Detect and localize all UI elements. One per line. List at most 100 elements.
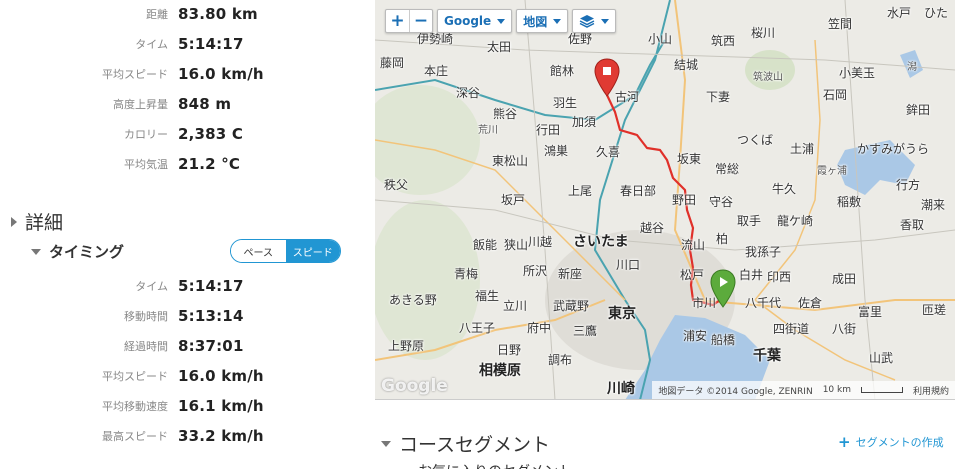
map-place-label: 下妻 — [706, 90, 731, 104]
stat-calories: カロリー 2,383 C — [0, 124, 360, 144]
map-place-label: 常総 — [715, 162, 740, 176]
timing-title: タイミング — [49, 243, 125, 261]
map-place-label: 久喜 — [596, 145, 621, 159]
map-place-label: 成田 — [832, 272, 857, 286]
map-place-label: 本庄 — [424, 64, 449, 78]
plus-icon: + — [838, 433, 851, 451]
chevron-down-icon — [553, 18, 562, 24]
map-place-label: 八千代 — [745, 296, 782, 310]
expand-arrow-icon — [11, 216, 17, 227]
stat-value: 21.2 °C — [178, 155, 241, 173]
map-place-label: 小山 — [648, 32, 673, 46]
toggle-speed-button[interactable]: スピード — [285, 240, 340, 262]
map-place-label: 小美玉 — [839, 66, 876, 80]
stat-value: 83.80 km — [178, 5, 258, 23]
stat-value: 16.0 km/h — [178, 367, 264, 385]
timing-row: 経過時間 8:37:01 — [0, 336, 360, 356]
map-place-label: 石岡 — [823, 88, 848, 102]
map-place-label: 川越 — [528, 235, 553, 249]
map-place-label: 府中 — [527, 321, 552, 335]
map-place-label: 桜川 — [751, 26, 776, 40]
map-layers-dropdown[interactable] — [572, 9, 617, 33]
map-place-label: 羽生 — [553, 96, 578, 110]
map-place-label: 龍ケ崎 — [777, 214, 814, 228]
map-place-label: 日野 — [497, 343, 522, 357]
map-scale-label: 10 km — [822, 385, 851, 395]
chevron-down-icon — [497, 18, 506, 24]
collapse-arrow-icon — [31, 248, 41, 255]
favorite-segments-header[interactable]: お気に入りのセグメント — [418, 461, 572, 469]
create-segment-link[interactable]: + セグメントの作成 — [838, 433, 944, 451]
map-place-label: 八王子 — [459, 321, 496, 335]
map-provider-dropdown[interactable]: Google — [437, 9, 513, 33]
timing-header[interactable]: タイミング — [31, 241, 124, 262]
stat-value: 8:37:01 — [178, 337, 244, 355]
end-marker-icon[interactable] — [594, 58, 620, 98]
map-place-label: 荒川 — [478, 125, 498, 136]
google-logo: Google — [381, 376, 448, 396]
course-segments-title: コースセグメント — [399, 434, 551, 456]
stat-label: 平均スピード — [102, 370, 168, 383]
map-place-label: 東京 — [608, 306, 636, 322]
map-type-dropdown[interactable]: 地図 — [516, 9, 569, 33]
collapse-arrow-icon — [381, 440, 391, 447]
map-place-label: 水戸 — [887, 6, 912, 20]
stat-label: タイム — [135, 38, 168, 51]
start-marker-icon[interactable] — [710, 269, 736, 309]
map-place-label: 行田 — [536, 123, 561, 137]
map-place-label: 坂東 — [677, 152, 702, 166]
map-type-label: 地図 — [523, 14, 548, 29]
map-place-label: 笠間 — [828, 17, 853, 31]
map-attribution: 地図データ ©2014 Google, ZENRIN — [658, 386, 813, 397]
map-place-label: 武蔵野 — [553, 299, 590, 313]
map-place-label: 深谷 — [456, 86, 481, 100]
timing-row: 平均移動速度 16.1 km/h — [0, 396, 360, 416]
stat-label: 経過時間 — [124, 340, 168, 353]
zoom-out-button[interactable]: − — [409, 10, 432, 32]
map-place-label: 千葉 — [753, 348, 781, 364]
map-place-label: 松戸 — [680, 268, 705, 282]
map-base-layer — [375, 0, 955, 399]
map-place-label: かすみがうら — [857, 142, 930, 156]
map-place-label: 立川 — [503, 299, 528, 313]
map-place-label: 相模原 — [479, 363, 521, 379]
stat-label: 最高スピード — [102, 430, 168, 443]
stat-label: 平均スピード — [102, 68, 168, 81]
map-place-label: 潮来 — [921, 198, 946, 212]
map-place-label: 筑西 — [711, 34, 736, 48]
map-place-label: 鴻巣 — [544, 144, 569, 158]
map-footer: 地図データ ©2014 Google, ZENRIN 10 km 利用規約 — [652, 381, 955, 399]
stat-label: 高度上昇量 — [113, 98, 168, 111]
pace-speed-toggle: ペース スピード — [230, 239, 341, 263]
stat-label: 平均移動速度 — [102, 400, 168, 413]
zoom-in-button[interactable]: + — [386, 10, 409, 32]
details-header[interactable]: 詳細 — [11, 208, 63, 235]
map-provider-label: Google — [444, 14, 492, 28]
map-place-label: 筑波山 — [753, 72, 783, 83]
stat-value: 5:13:14 — [178, 307, 244, 325]
stat-distance: 距離 83.80 km — [0, 4, 360, 24]
map-place-label: 加須 — [572, 115, 597, 129]
map-place-label: 匝瑳 — [922, 303, 947, 317]
map-place-label: 三鷹 — [573, 324, 598, 338]
map-place-label: 行方 — [896, 178, 921, 192]
map-place-label: 藤岡 — [380, 56, 405, 70]
map-place-label: 我孫子 — [745, 245, 782, 259]
map-place-label: 新座 — [558, 267, 583, 281]
map-place-label: 福生 — [475, 289, 500, 303]
route-map[interactable]: 伊勢崎 太田 佐野 小山 筑西 桜川 笠間 水戸 ひた 藤岡 本庄 館林 結城 … — [375, 0, 955, 400]
map-place-label: 野田 — [672, 193, 697, 207]
toggle-pace-button[interactable]: ペース — [231, 240, 286, 262]
stat-value: 5:14:17 — [178, 277, 244, 295]
layers-icon — [579, 15, 595, 28]
map-place-label: 所沢 — [523, 264, 548, 278]
timing-row: 平均スピード 16.0 km/h — [0, 366, 360, 386]
map-place-label: 狭山 — [504, 238, 529, 252]
map-terms-link[interactable]: 利用規約 — [913, 384, 949, 397]
map-scale-bar — [860, 387, 903, 393]
timing-row: 移動時間 5:13:14 — [0, 306, 360, 326]
map-place-label: 富里 — [858, 305, 883, 319]
course-segments-header[interactable]: コースセグメント — [381, 430, 550, 457]
map-place-label: 熊谷 — [493, 107, 518, 121]
map-place-label: 上野原 — [388, 339, 425, 353]
